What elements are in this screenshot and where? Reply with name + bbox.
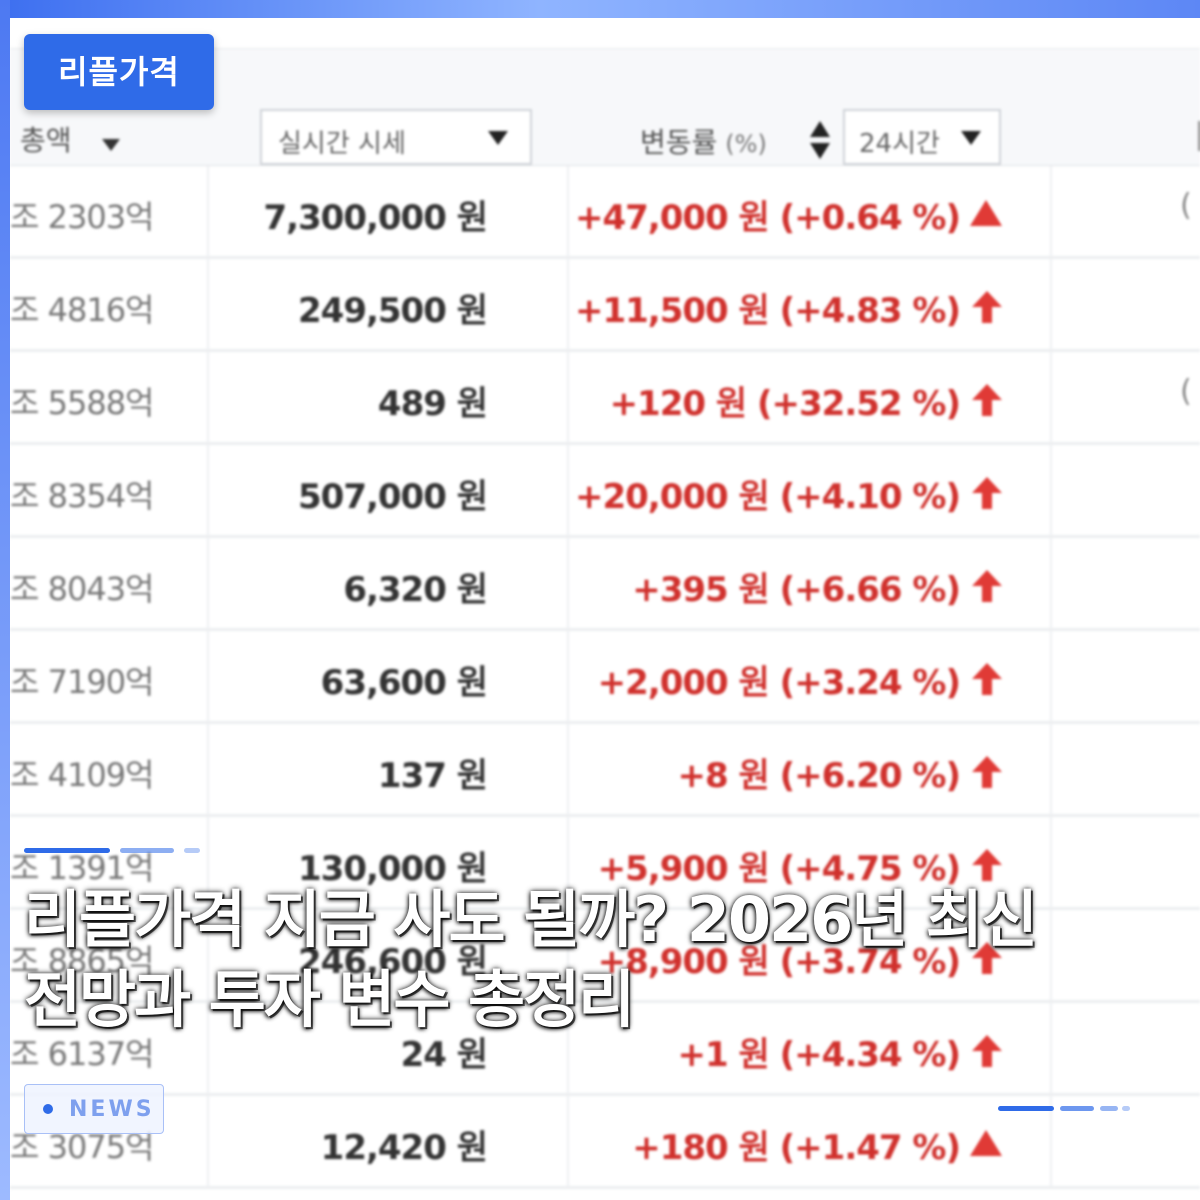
market-cap-cell: 조 8354억: [10, 477, 154, 515]
price-cell: 12,420 원: [320, 1128, 488, 1168]
market-cap-cell: 조 7190억: [10, 663, 154, 701]
column-divider: [1050, 445, 1052, 535]
sort-down-icon[interactable]: [102, 139, 120, 151]
column-divider: [567, 724, 569, 814]
column-divider: [567, 631, 569, 721]
period-value: 24시간: [859, 129, 940, 159]
column-divider: [207, 1096, 209, 1186]
column-header-change[interactable]: 변동률 (%): [640, 121, 767, 161]
left-edge-bar: [0, 0, 10, 1200]
market-cap-cell: 조 2303억: [10, 198, 154, 236]
change-cell: +395 원 (+6.66 %): [632, 570, 961, 610]
arrow-up-icon: [972, 477, 1002, 509]
arrow-up-icon: [972, 384, 1002, 416]
change-label: 변동률: [640, 126, 718, 159]
price-mode-value: 실시간 시세: [278, 129, 406, 159]
arrow-up-icon: [972, 570, 1002, 602]
change-cell: +20,000 원 (+4.10 %): [574, 477, 961, 517]
change-unit: (%): [725, 130, 767, 158]
change-cell: +180 원 (+1.47 %): [632, 1128, 961, 1168]
change-cell: +47,000 원 (+0.64 %): [574, 198, 961, 238]
change-cell: +8 원 (+6.20 %): [677, 756, 961, 796]
column-divider: [207, 538, 209, 628]
column-divider: [1050, 538, 1052, 628]
column-divider: [207, 352, 209, 442]
column-divider: [1050, 166, 1052, 256]
column-divider: [1050, 724, 1052, 814]
table-row[interactable]: 조 7190억 63,600 원 +2,000 원 (+3.24 %): [10, 631, 1200, 724]
table-row[interactable]: 조 4816억 249,500 원 +11,500 원 (+4.83 %): [10, 259, 1200, 352]
column-divider: [207, 445, 209, 535]
change-cell: +120 원 (+32.52 %): [609, 384, 961, 424]
news-label: NEWS: [69, 1097, 155, 1122]
news-tag: NEWS: [24, 1084, 164, 1134]
change-cell: +11,500 원 (+4.83 %): [574, 291, 961, 331]
change-cell: +2,000 원 (+3.24 %): [597, 663, 961, 703]
category-badge: 리플가격: [24, 34, 214, 110]
price-cell: 489 원: [377, 384, 488, 424]
table-row[interactable]: 조 8043억 6,320 원 +395 원 (+6.66 %): [10, 538, 1200, 631]
price-cell: 7,300,000 원: [263, 198, 488, 238]
price-cell: 6,320 원: [343, 570, 488, 610]
table-row[interactable]: 조 2303억 7,300,000 원 +47,000 원 (+0.64 %) (: [10, 166, 1200, 259]
sort-icon[interactable]: [810, 121, 830, 161]
column-divider: [207, 631, 209, 721]
column-divider: [207, 259, 209, 349]
clipped-cell: (: [1180, 188, 1192, 223]
arrow-up-icon: [972, 291, 1002, 323]
column-header-market-cap[interactable]: 총액: [20, 119, 72, 159]
table-row[interactable]: 조 4109억 137 원 +8 원 (+6.20 %): [10, 724, 1200, 817]
table-row[interactable]: 조 8354억 507,000 원 +20,000 원 (+4.10 %): [10, 445, 1200, 538]
column-divider: [207, 166, 209, 256]
column-divider: [1050, 352, 1052, 442]
price-cell: 137 원: [377, 756, 488, 796]
price-cell: 249,500 원: [298, 291, 488, 331]
column-divider: [567, 259, 569, 349]
column-divider: [1050, 631, 1052, 721]
headline-line-2: 전망과 투자 변수 총정리: [24, 963, 635, 1036]
column-divider: [567, 1096, 569, 1186]
price-mode-select[interactable]: 실시간 시세: [260, 109, 532, 165]
dot-icon: [43, 1104, 53, 1114]
column-divider: [1050, 259, 1052, 349]
column-divider: [567, 445, 569, 535]
chevron-down-icon: [961, 131, 981, 145]
triangle-up-icon: [970, 1130, 1002, 1156]
headline-line-1: 리플가격 지금 사도 될까? 2026년 최신: [24, 883, 1038, 956]
top-gradient-bar: [0, 0, 1200, 18]
column-divider: [567, 166, 569, 256]
period-select[interactable]: 24시간: [843, 109, 1001, 165]
triangle-up-icon: [970, 200, 1002, 226]
arrow-up-icon: [972, 756, 1002, 788]
column-divider: [567, 538, 569, 628]
price-cell: 63,600 원: [320, 663, 488, 703]
price-cell: 507,000 원: [298, 477, 488, 517]
table-row[interactable]: 조 5588억 489 원 +120 원 (+32.52 %) (: [10, 352, 1200, 445]
market-cap-cell: 조 4816억: [10, 291, 154, 329]
market-cap-cell: 조 4109억: [10, 756, 154, 794]
chevron-down-icon: [488, 131, 508, 145]
clipped-cell: (: [1180, 374, 1192, 409]
arrow-up-icon: [972, 663, 1002, 695]
arrow-up-icon: [972, 849, 1002, 881]
market-cap-cell: 조 8043억: [10, 570, 154, 608]
column-divider: [207, 724, 209, 814]
column-divider: [567, 352, 569, 442]
market-cap-cell: 조 5588억: [10, 384, 154, 422]
article-headline: 리플가격 지금 사도 될까? 2026년 최신 전망과 투자 변수 총정리: [24, 880, 1174, 1040]
